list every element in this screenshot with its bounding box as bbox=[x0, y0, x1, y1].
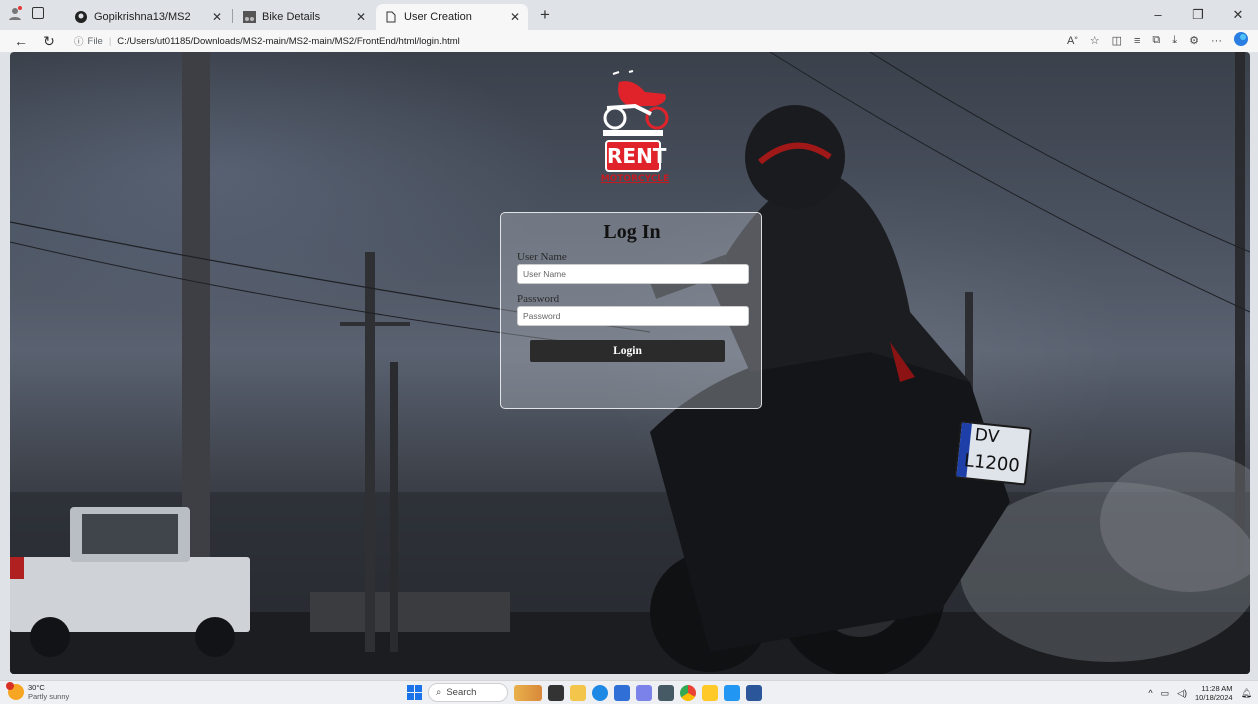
rent-motorcycle-logo: RENT MOTORCYCLE bbox=[585, 70, 681, 184]
taskbar-search[interactable]: ⌕ Search bbox=[428, 683, 508, 702]
volume-icon[interactable]: ◁) bbox=[1177, 688, 1187, 699]
weather-widget[interactable]: 30°C Partly sunny bbox=[6, 682, 70, 701]
copilot-icon[interactable] bbox=[1234, 32, 1248, 49]
favorites-icon[interactable]: ≡ bbox=[1134, 35, 1140, 47]
clock[interactable]: 11:28 AM 10/18/2024 bbox=[1195, 684, 1233, 702]
word-icon[interactable] bbox=[746, 684, 762, 701]
license-plate: DV L1200 bbox=[954, 420, 1032, 486]
logo-word-motorcycle: MOTORCYCLE bbox=[600, 174, 670, 184]
username-input[interactable] bbox=[517, 264, 749, 284]
close-icon[interactable]: ✕ bbox=[356, 10, 366, 24]
refresh-icon[interactable]: ↻ bbox=[38, 33, 60, 50]
plate-line-2: L1200 bbox=[962, 450, 1021, 477]
extensions-icon[interactable]: ⚙ bbox=[1189, 34, 1199, 47]
weather-sun-icon bbox=[6, 682, 24, 700]
close-icon[interactable]: ✕ bbox=[212, 10, 222, 24]
notification-bell-icon[interactable]: 🔔︎ bbox=[1241, 688, 1252, 699]
clock-date: 10/18/2024 bbox=[1195, 693, 1233, 702]
login-card: Log In User Name Password Login bbox=[500, 212, 762, 409]
network-icon[interactable]: ▭ bbox=[1161, 688, 1170, 699]
tab-bike-details[interactable]: Bike Details ✕ bbox=[234, 4, 374, 30]
login-button[interactable]: Login bbox=[530, 340, 725, 362]
task-view-icon[interactable] bbox=[548, 684, 564, 701]
username-label: User Name bbox=[517, 251, 567, 263]
system-tray: ^ ▭ ◁) 11:28 AM 10/18/2024 🔔︎ bbox=[1148, 684, 1252, 702]
login-title: Log In bbox=[603, 221, 661, 243]
favorite-star-icon[interactable]: ☆ bbox=[1090, 34, 1100, 47]
paint-icon[interactable] bbox=[702, 684, 718, 701]
downloads-icon[interactable]: ⤓ bbox=[1172, 34, 1177, 47]
mail-icon[interactable] bbox=[658, 684, 674, 701]
page-icon bbox=[384, 10, 398, 24]
motorcycle-logo-icon bbox=[603, 70, 669, 136]
chrome-icon[interactable] bbox=[680, 684, 696, 701]
more-icon[interactable]: ··· bbox=[1211, 35, 1222, 47]
restore-icon[interactable]: ❐ bbox=[1178, 0, 1218, 30]
profile-icon[interactable] bbox=[8, 6, 22, 20]
search-icon: ⌕ bbox=[436, 687, 442, 698]
close-window-icon[interactable]: ✕ bbox=[1218, 0, 1258, 30]
browser-tab-strip: Gopikrishna13/MS2 ✕ Bike Details ✕ User … bbox=[0, 0, 1258, 30]
tab-strip-leading-actions bbox=[8, 6, 44, 20]
tab-title: Gopikrishna13/MS2 bbox=[94, 11, 191, 23]
info-icon[interactable]: ⓘ bbox=[74, 34, 84, 48]
vscode-icon[interactable] bbox=[724, 684, 740, 701]
teams-icon[interactable] bbox=[636, 684, 652, 701]
windows-start-icon[interactable] bbox=[407, 685, 422, 700]
browser-toolbar: ← ↻ ⓘ File | C:/Users/ut01185/Downloads/… bbox=[0, 30, 1258, 52]
read-aloud-icon[interactable]: A» bbox=[1067, 35, 1078, 47]
toolbar-icons: A» ☆ ◫ ≡ ⧉ ⤓ ⚙ ··· bbox=[1067, 32, 1248, 49]
window-controls: – ❐ ✕ bbox=[1138, 0, 1258, 30]
clock-time: 11:28 AM bbox=[1201, 684, 1233, 693]
password-input[interactable] bbox=[517, 306, 749, 326]
tab-user-creation[interactable]: User Creation ✕ bbox=[376, 4, 528, 30]
search-label: Search bbox=[446, 687, 477, 698]
weather-temp: 30°C bbox=[28, 683, 45, 692]
tab-divider bbox=[232, 9, 233, 23]
url-divider: | bbox=[108, 35, 112, 47]
tab-title: User Creation bbox=[404, 11, 472, 23]
back-icon[interactable]: ← bbox=[10, 33, 32, 49]
url-scheme-label: File bbox=[87, 35, 103, 47]
split-screen-icon[interactable]: ◫ bbox=[1112, 34, 1122, 47]
edge-icon[interactable] bbox=[592, 684, 608, 701]
widgets-icon[interactable] bbox=[514, 684, 542, 701]
url-text: C:/Users/ut01185/Downloads/MS2-main/MS2-… bbox=[117, 35, 460, 47]
address-bar[interactable]: ⓘ File | C:/Users/ut01185/Downloads/MS2-… bbox=[74, 31, 994, 51]
logo-word-rent: RENT bbox=[605, 140, 666, 172]
workspaces-icon[interactable] bbox=[32, 7, 44, 19]
minimize-icon[interactable]: – bbox=[1138, 0, 1178, 30]
collections-icon[interactable]: ⧉ bbox=[1152, 34, 1160, 47]
file-explorer-icon[interactable] bbox=[570, 684, 586, 701]
new-tab-button[interactable]: + bbox=[540, 5, 550, 25]
chevron-up-icon[interactable]: ^ bbox=[1148, 688, 1152, 698]
tab-github[interactable]: Gopikrishna13/MS2 ✕ bbox=[66, 4, 230, 30]
close-icon[interactable]: ✕ bbox=[510, 10, 520, 24]
password-label: Password bbox=[517, 293, 560, 305]
tab-title: Bike Details bbox=[262, 11, 321, 23]
bike-thumbnail-icon bbox=[242, 10, 256, 24]
windows-taskbar: 30°C Partly sunny ⌕ Search ^ ▭ ◁) 11:28 … bbox=[0, 680, 1258, 704]
github-icon bbox=[74, 10, 88, 24]
weather-condition: Partly sunny bbox=[28, 692, 70, 701]
page-viewport: DV L1200 RENT MOTORCYCLE Log In User Nam… bbox=[10, 52, 1250, 674]
store-icon[interactable] bbox=[614, 684, 630, 701]
taskbar-center: ⌕ Search bbox=[407, 683, 762, 702]
plate-line-1: DV bbox=[973, 425, 1001, 448]
